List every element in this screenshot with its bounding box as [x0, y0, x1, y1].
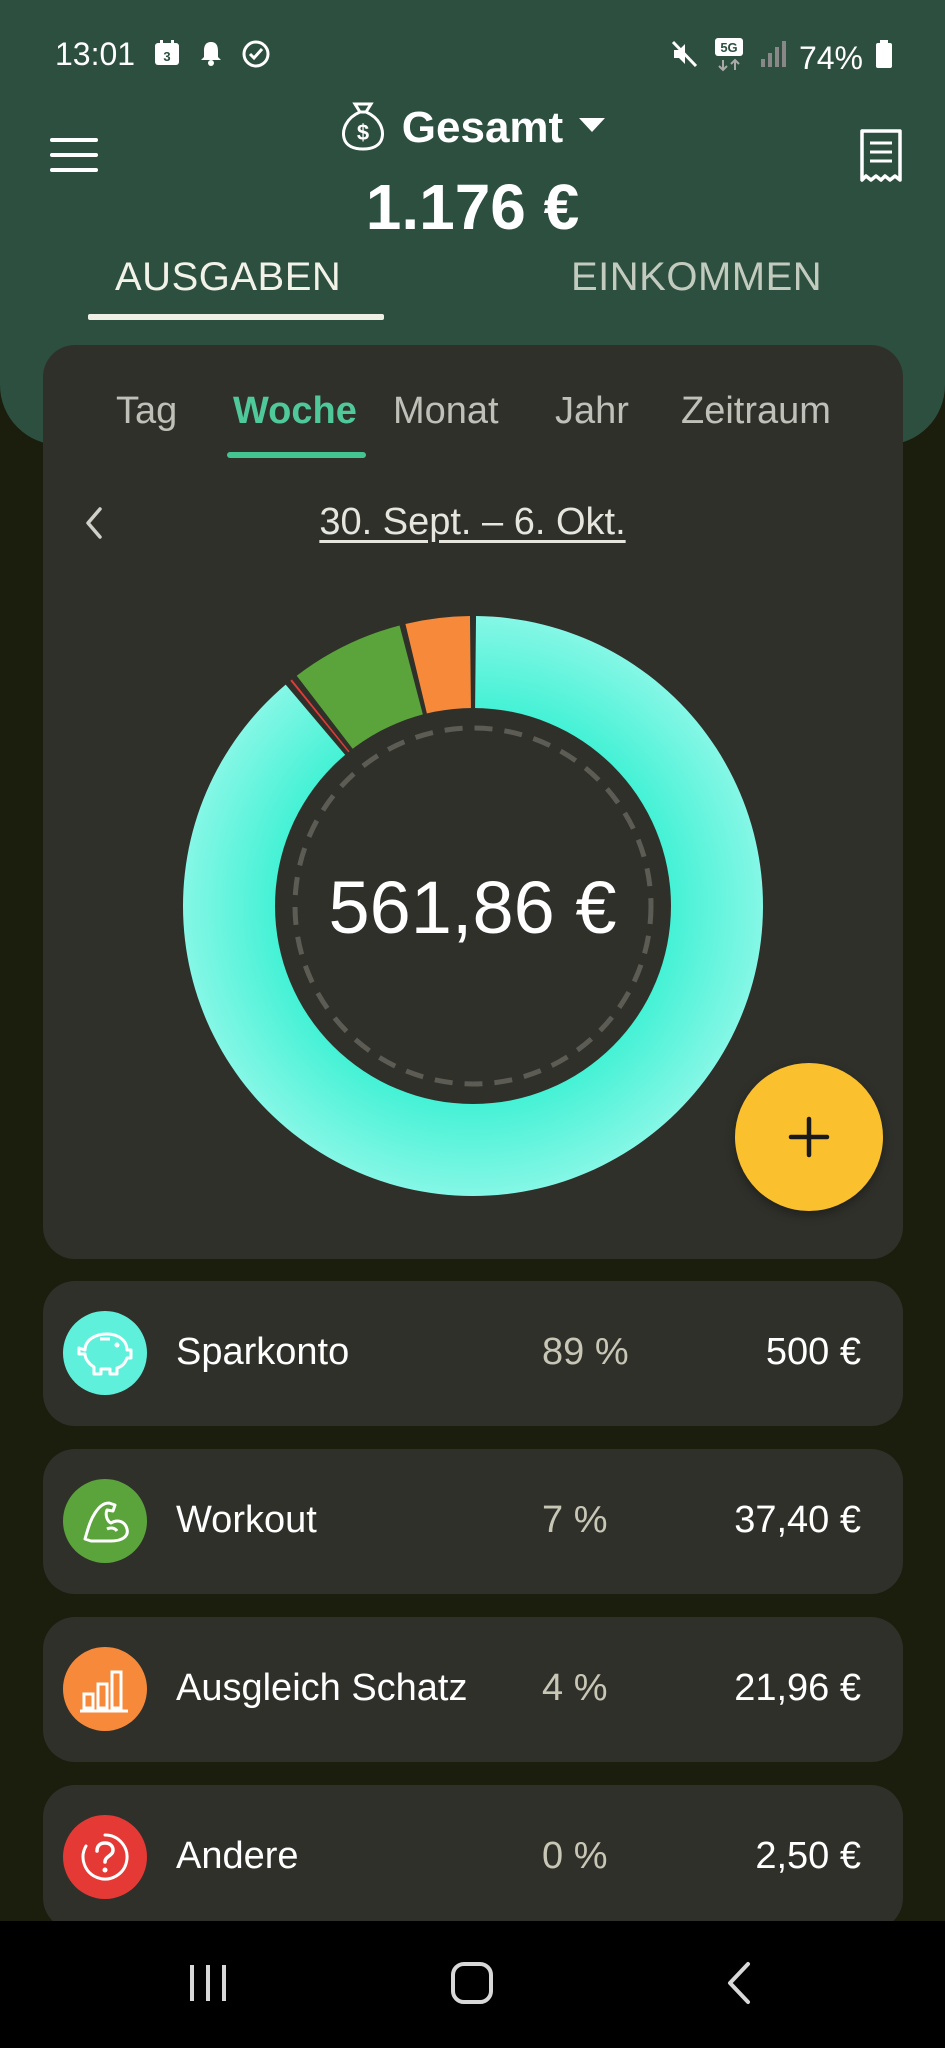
tab-custom-range[interactable]: Zeitraum	[681, 390, 831, 433]
period-tabs: Tag Woche Monat Jahr Zeitraum	[0, 390, 945, 450]
chevron-down-icon	[577, 115, 607, 140]
category-name: Sparkonto	[176, 1331, 350, 1373]
status-notification-icons: 3	[152, 38, 272, 75]
signal-icon	[759, 39, 787, 77]
active-tab-indicator	[88, 314, 384, 320]
bell-icon	[196, 38, 226, 75]
category-percent: 0 %	[542, 1835, 608, 1877]
category-percent: 89 %	[542, 1331, 629, 1373]
recent-apps-button[interactable]	[186, 1961, 230, 2010]
tab-year[interactable]: Jahr	[555, 390, 629, 433]
date-range[interactable]: 30. Sept. – 6. Okt.	[0, 501, 945, 544]
chart-center-total: 561,86 €	[328, 866, 617, 949]
network-type: 5G	[720, 40, 737, 55]
bar-chart-icon	[63, 1647, 147, 1731]
tab-expenses[interactable]: AUSGABEN	[115, 255, 341, 300]
recent-apps-icon	[190, 1965, 226, 2001]
category-row[interactable]: Sparkonto 89 % 500 €	[43, 1281, 903, 1426]
category-percent: 4 %	[542, 1667, 608, 1709]
add-transaction-button[interactable]	[735, 1063, 883, 1211]
system-navigation-bar	[0, 1921, 945, 2048]
category-percent: 7 %	[542, 1499, 608, 1541]
total-balance: 1.176 €	[365, 171, 580, 243]
tab-month[interactable]: Monat	[393, 390, 499, 433]
period-tab-indicator	[227, 452, 366, 458]
battery-percent: 74%	[798, 39, 863, 76]
category-amount: 37,40 €	[734, 1499, 861, 1541]
account-selector[interactable]: $ Gesamt	[0, 98, 945, 157]
category-amount: 500 €	[765, 1331, 861, 1373]
muscle-arm-icon	[63, 1479, 147, 1563]
tab-week[interactable]: Woche	[233, 390, 357, 433]
money-bag-icon: $	[338, 98, 388, 157]
home-button[interactable]	[450, 1961, 494, 2010]
home-icon	[451, 1962, 493, 2004]
category-name: Andere	[176, 1835, 299, 1877]
account-name: Gesamt	[401, 102, 564, 152]
tab-income[interactable]: EINKOMMEN	[571, 255, 822, 300]
battery-icon	[875, 39, 893, 77]
back-icon	[728, 1962, 750, 2004]
tab-day[interactable]: Tag	[116, 390, 177, 433]
mute-icon	[667, 37, 701, 79]
calendar-icon: 3	[152, 38, 182, 75]
status-bar: 13:01 3 5G 74%	[0, 0, 945, 110]
calendar-day: 3	[163, 49, 170, 64]
back-button[interactable]	[722, 1961, 756, 2010]
category-row[interactable]: Andere 0 % 2,50 €	[43, 1785, 903, 1930]
category-name: Workout	[176, 1499, 317, 1541]
piggy-bank-icon	[63, 1311, 147, 1395]
check-circle-icon	[240, 38, 272, 75]
status-system-icons: 5G 74%	[667, 36, 893, 80]
network-5g-icon: 5G	[713, 36, 747, 80]
status-time: 13:01	[55, 36, 136, 72]
category-name: Ausgleich Schatz	[176, 1667, 468, 1709]
category-row[interactable]: Workout 7 % 37,40 €	[43, 1449, 903, 1594]
question-mark-icon	[63, 1815, 147, 1899]
plus-icon	[788, 1116, 830, 1158]
svg-text:$: $	[357, 120, 369, 145]
category-amount: 21,96 €	[734, 1667, 861, 1709]
category-amount: 2,50 €	[755, 1835, 861, 1877]
category-row[interactable]: Ausgleich Schatz 4 % 21,96 €	[43, 1617, 903, 1762]
